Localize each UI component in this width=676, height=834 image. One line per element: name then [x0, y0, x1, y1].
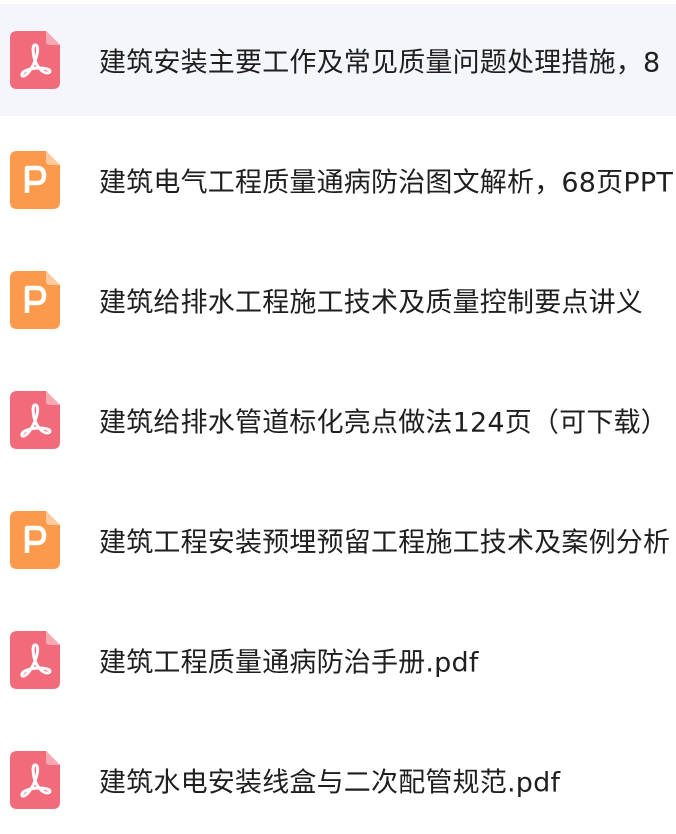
file-item[interactable]: 建筑电气工程质量通病防治图文解析，68页PPT [0, 124, 676, 236]
file-item[interactable]: 建筑水电安装线盒与二次配管规范.pdf [0, 724, 676, 834]
file-list: 建筑安装主要工作及常见质量问题处理措施，8 建筑电气工程质量通病防治图文解析，6… [0, 0, 676, 834]
file-name: 建筑安装主要工作及常见质量问题处理措施，8 [99, 47, 661, 79]
pdf-icon [10, 751, 60, 809]
ppt-icon [10, 511, 60, 569]
pdf-icon [10, 31, 60, 89]
file-item[interactable]: 建筑工程质量通病防治手册.pdf [0, 604, 676, 716]
file-name: 建筑电气工程质量通病防治图文解析，68页PPT [99, 167, 674, 199]
file-name: 建筑水电安装线盒与二次配管规范.pdf [99, 767, 561, 799]
pdf-icon [10, 631, 60, 689]
file-name: 建筑工程安装预埋预留工程施工技术及案例分析 [99, 527, 671, 559]
file-name: 建筑工程质量通病防治手册.pdf [99, 647, 479, 679]
file-item[interactable]: 建筑给排水管道标化亮点做法124页（可下载） [0, 364, 676, 476]
ppt-icon [10, 271, 60, 329]
ppt-icon [10, 151, 60, 209]
pdf-icon [10, 391, 60, 449]
file-name: 建筑给排水工程施工技术及质量控制要点讲义 [99, 287, 643, 319]
file-name: 建筑给排水管道标化亮点做法124页（可下载） [99, 407, 668, 439]
file-item[interactable]: 建筑工程安装预埋预留工程施工技术及案例分析 [0, 484, 676, 596]
file-item[interactable]: 建筑安装主要工作及常见质量问题处理措施，8 [0, 4, 676, 116]
file-item[interactable]: 建筑给排水工程施工技术及质量控制要点讲义 [0, 244, 676, 356]
